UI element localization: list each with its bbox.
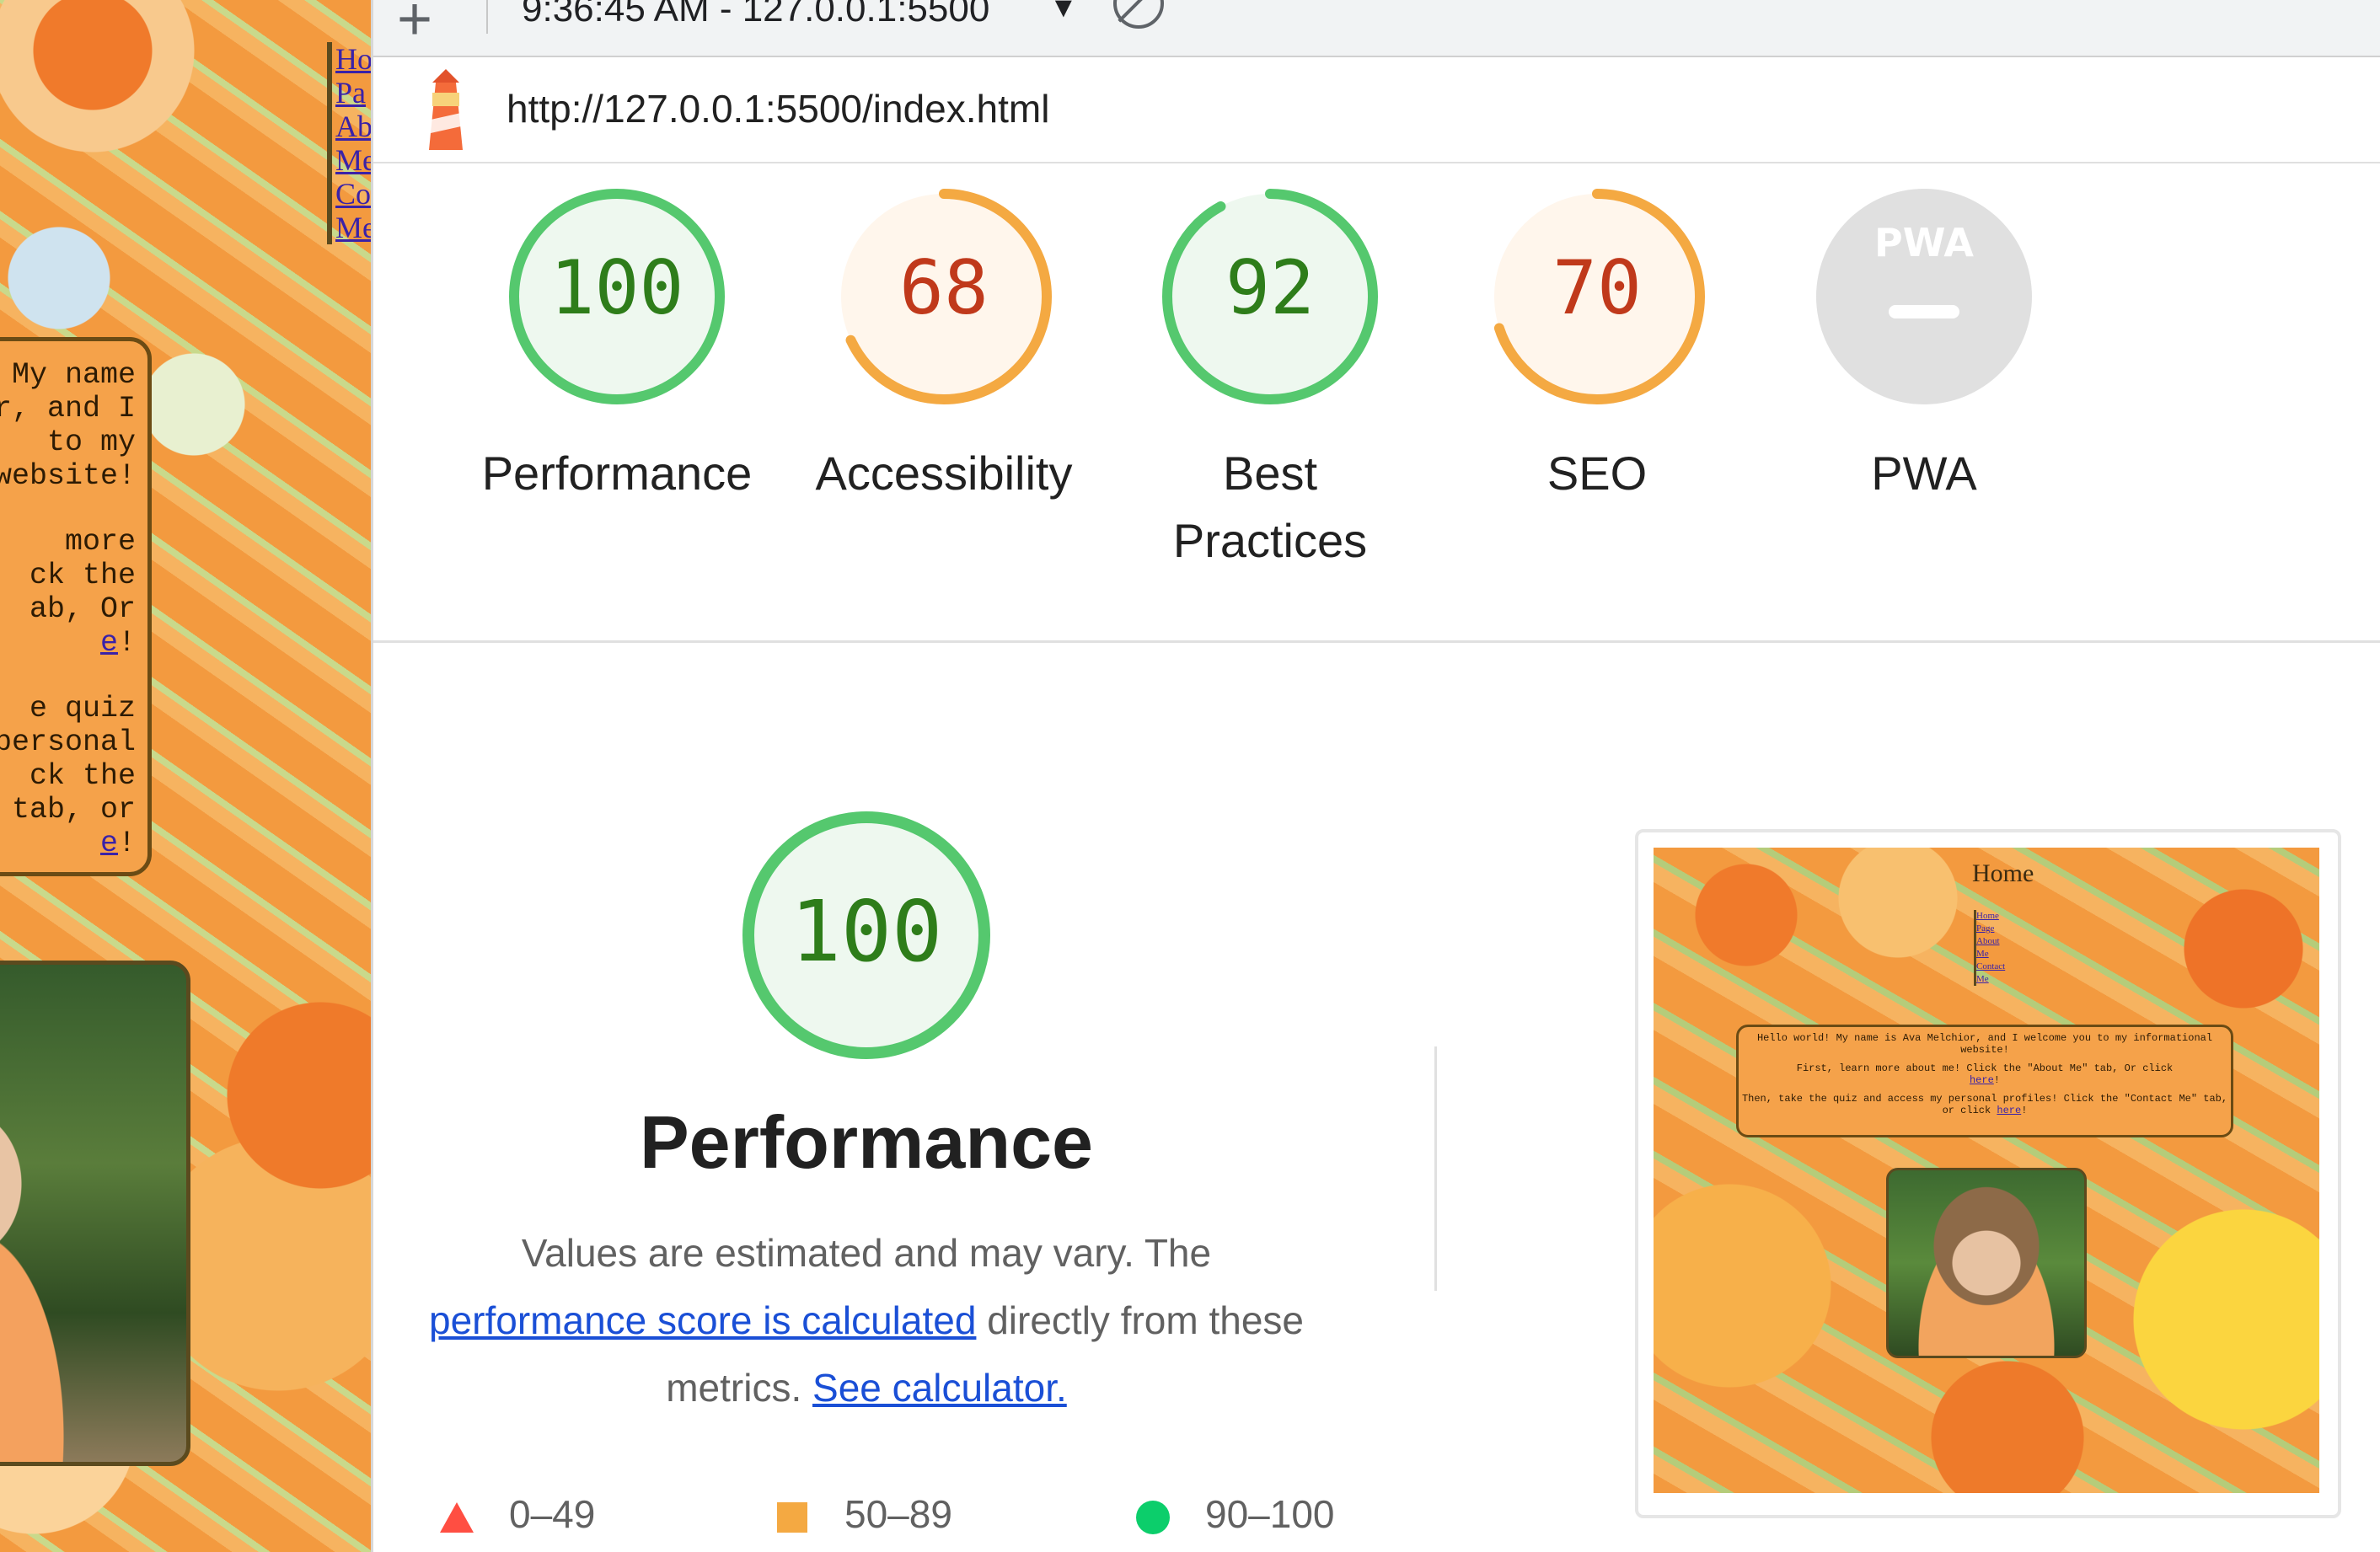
gauge-ring: PWA — [1816, 189, 2032, 404]
gauge-label: Best Practices — [1172, 447, 1368, 567]
preview-text: r, and I — [0, 392, 136, 425]
screenshot-profile-photo — [1886, 1168, 2087, 1358]
screenshot-nav-link: Page — [1976, 923, 1995, 934]
preview-nav-link[interactable]: Ho — [335, 42, 371, 76]
preview-here-link[interactable]: e — [100, 827, 118, 860]
preview-text: to my — [46, 425, 136, 459]
preview-nav-link[interactable]: Me — [335, 211, 371, 244]
preview-nav-link[interactable]: Co — [335, 177, 371, 211]
preview-text: more — [64, 525, 136, 559]
preview-text: ck the — [29, 559, 136, 592]
preview-nav-link[interactable]: Ab — [335, 110, 371, 143]
report-url-bar: http://127.0.0.1:5500/index.html — [373, 57, 2380, 163]
screenshot-here-link: here — [1997, 1105, 2022, 1116]
triangle-icon — [440, 1501, 474, 1533]
final-screenshot: Home Home Page About Me Contact Me Hello… — [1654, 848, 2319, 1493]
description-text: directly from these — [987, 1298, 1304, 1342]
new-report-button[interactable]: + — [397, 0, 432, 54]
screenshot-text: Then, take the quiz and access my person… — [1741, 1093, 2228, 1116]
big-gauge-score: 100 — [791, 882, 943, 981]
legend-item-circle: 90–100 — [1134, 1491, 1335, 1537]
screenshot-here-link: here — [1969, 1074, 1994, 1086]
legend-range: 90–100 — [1205, 1492, 1335, 1536]
legend-item-triangle: 0–49 — [438, 1491, 595, 1537]
preview-text: e quiz — [29, 692, 136, 725]
preview-nav: Ho Pa Ab Me Co Me — [327, 42, 371, 244]
final-screenshot-frame[interactable]: Home Home Page About Me Contact Me Hello… — [1635, 829, 2341, 1518]
screenshot-heading: Home — [1972, 859, 2034, 887]
vertical-divider — [1434, 1046, 1437, 1291]
gauge-score: 92 — [1225, 244, 1315, 331]
screenshot-nav-link: About — [1976, 936, 2000, 946]
gauge-ring: 68 — [836, 189, 1052, 404]
gauge-ring: 100 — [509, 189, 725, 404]
preview-nav-link[interactable]: Me — [335, 143, 371, 177]
report-url: http://127.0.0.1:5500/index.html — [507, 87, 1050, 131]
gauge-pwa[interactable]: PWA PWA — [1757, 187, 2091, 507]
preview-nav-link[interactable]: Pa — [335, 76, 371, 110]
chevron-down-icon[interactable]: ▼ — [1049, 0, 1078, 24]
lighthouse-icon — [429, 69, 463, 150]
gauge-ring: 92 — [1162, 189, 1378, 404]
circle-icon — [1136, 1500, 1170, 1534]
screenshot-text: Hello world! My name is Ava Melchior, an… — [1756, 1032, 2213, 1056]
screenshot-welcome-box: Hello world! My name is Ava Melchior, an… — [1736, 1025, 2233, 1137]
pwa-icon: PWA — [1874, 220, 1974, 265]
performance-title: Performance — [639, 1100, 1093, 1184]
report-selector[interactable]: 9:36:45 AM - 127.0.0.1:5500 — [522, 0, 989, 30]
gauge-score: 68 — [899, 244, 989, 331]
preview-text: personal — [0, 725, 136, 759]
description-text: metrics. — [666, 1366, 802, 1410]
gauge-label: Accessibility — [815, 447, 1073, 500]
gauge-label: SEO — [1546, 447, 1648, 500]
pwa-dash — [1889, 305, 1959, 318]
screenshot-nav: Home Page About Me Contact Me — [1974, 910, 2010, 986]
gauge-seo[interactable]: 70 SEO — [1430, 187, 1764, 507]
square-icon — [777, 1501, 807, 1533]
gauge-score: 100 — [550, 244, 684, 331]
see-calculator-link[interactable]: See calculator. — [812, 1366, 1067, 1410]
performance-section: 100 Performance Values are estimated and… — [373, 809, 1359, 1421]
description-text: Values are estimated and may vary. The — [521, 1231, 1212, 1275]
gauge-score: 70 — [1552, 244, 1642, 331]
clear-reports-icon[interactable] — [1113, 0, 1164, 29]
preview-welcome-box: My name r, and I to my website! more ck … — [0, 337, 152, 876]
gauge-label: Performance — [481, 447, 753, 500]
gauge-label: PWA — [1871, 447, 1977, 500]
legend-range: 50–89 — [844, 1492, 952, 1536]
preview-profile-photo — [0, 961, 190, 1466]
preview-text: tab, or — [11, 793, 136, 827]
preview-here-link[interactable]: e — [100, 626, 118, 660]
screenshot-nav-link: Me — [1976, 949, 1989, 959]
legend-range: 0–49 — [509, 1492, 596, 1536]
score-calculated-link[interactable]: performance score is calculated — [429, 1298, 976, 1342]
toolbar-separator — [486, 0, 488, 34]
gauge-ring: 70 — [1489, 189, 1705, 404]
screenshot-nav-link: Home — [1976, 911, 1999, 921]
preview-text: My name — [11, 358, 136, 392]
preview-text: ab, Or — [29, 592, 136, 626]
preview-text: ck the — [29, 759, 136, 793]
preview-text: website! — [0, 459, 136, 493]
section-divider — [373, 640, 2380, 643]
screenshot-nav-link: Me — [1976, 974, 1989, 984]
lighthouse-toolbar: + 9:36:45 AM - 127.0.0.1:5500 ▼ — [373, 0, 2380, 57]
page-preview: Ho Pa Ab Me Co Me My name r, and I to my… — [0, 0, 371, 1552]
performance-description: Values are estimated and may vary. The p… — [373, 1219, 1359, 1421]
screenshot-nav-link: Contact — [1976, 961, 2006, 971]
legend-item-square: 50–89 — [774, 1491, 952, 1537]
screenshot-text: First, learn more about me! Click the "A… — [1796, 1062, 2174, 1074]
gauge-best-practices[interactable]: 92 Best Practices — [1103, 187, 1437, 575]
performance-big-gauge: 100 — [742, 811, 990, 1059]
gauge-performance[interactable]: 100 Performance — [450, 187, 784, 507]
gauge-accessibility[interactable]: 68 Accessibility — [777, 187, 1111, 507]
